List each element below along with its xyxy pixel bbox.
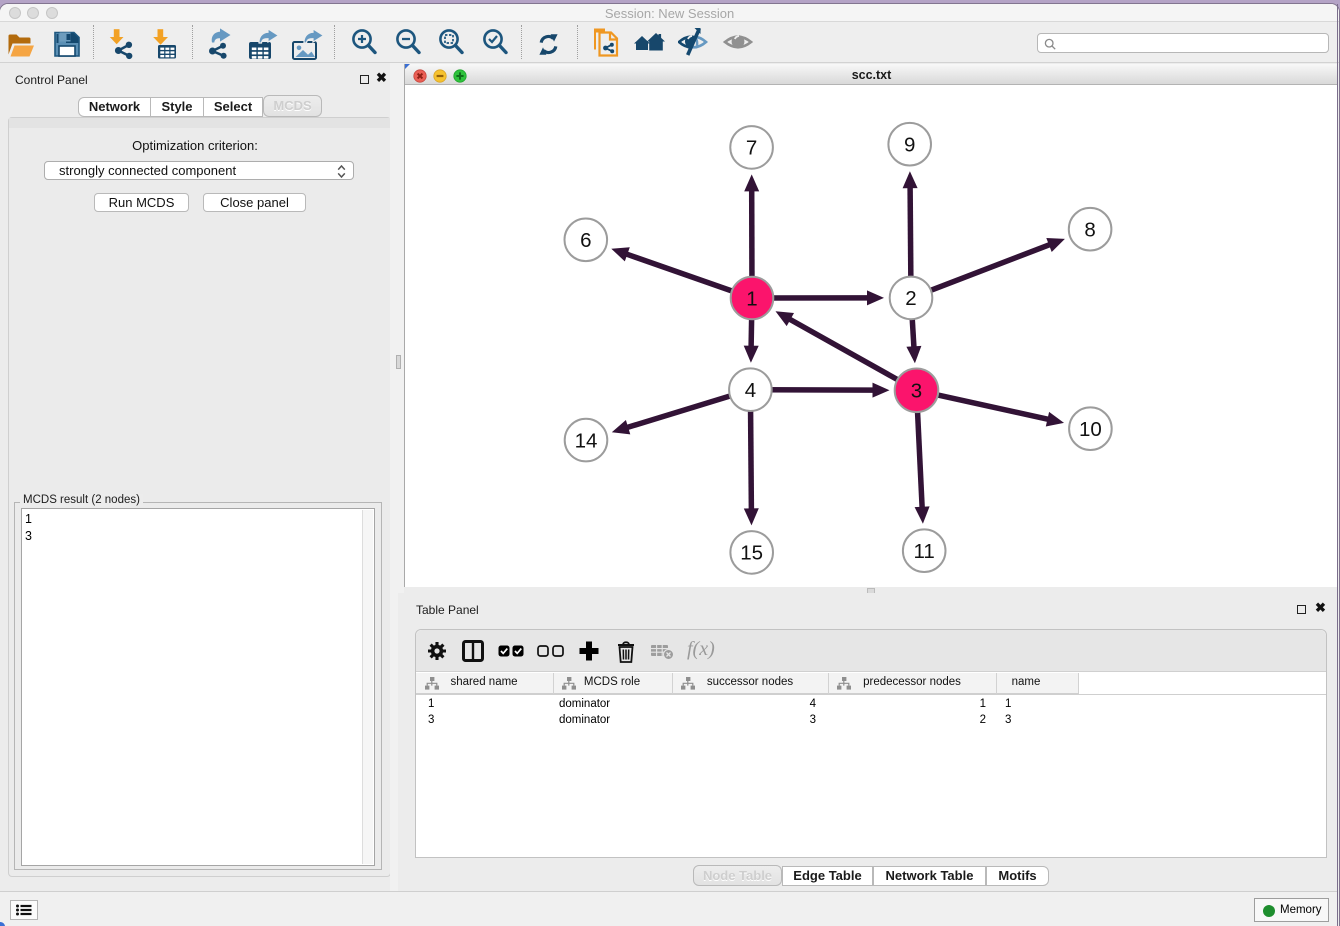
svg-text:4: 4 xyxy=(745,379,756,402)
svg-text:14: 14 xyxy=(575,429,598,452)
svg-text:15: 15 xyxy=(740,542,763,565)
svg-text:7: 7 xyxy=(746,137,757,160)
svg-text:10: 10 xyxy=(1079,418,1102,441)
svg-text:3: 3 xyxy=(911,380,922,403)
svg-text:6: 6 xyxy=(580,229,591,252)
svg-text:1: 1 xyxy=(746,287,757,310)
svg-text:8: 8 xyxy=(1084,219,1095,242)
svg-text:9: 9 xyxy=(904,134,915,157)
svg-text:2: 2 xyxy=(905,287,916,310)
svg-text:11: 11 xyxy=(914,540,935,563)
